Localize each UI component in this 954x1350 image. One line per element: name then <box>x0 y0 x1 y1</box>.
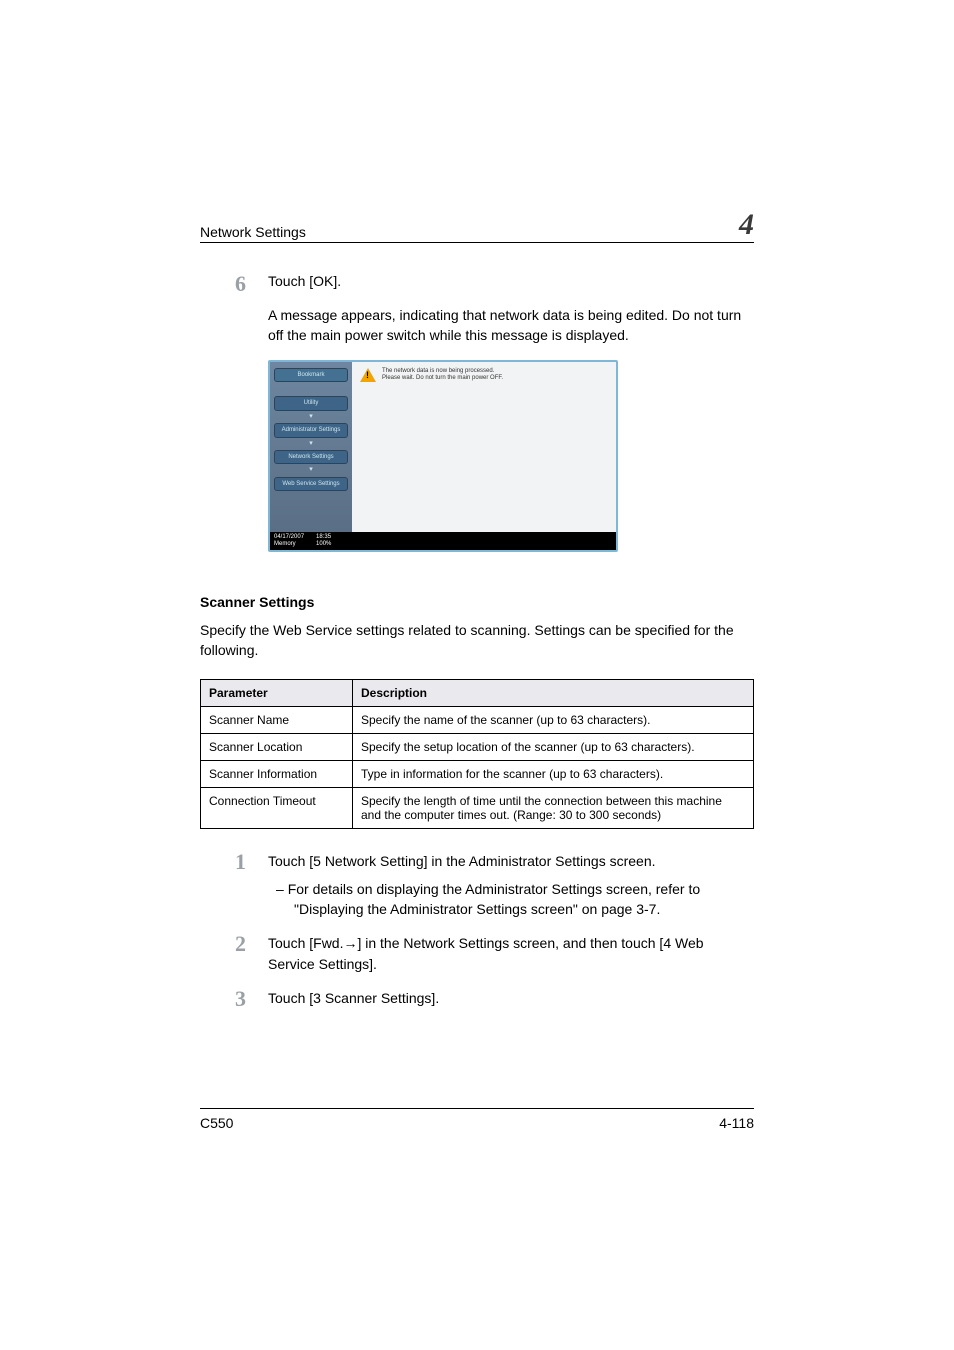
network-settings-button: Network Settings <box>274 450 348 465</box>
warning-icon <box>360 368 376 382</box>
scanner-settings-intro: Specify the Web Service settings related… <box>200 620 754 661</box>
table-header-description: Description <box>353 679 754 706</box>
step-number-3: 3 <box>200 988 268 1010</box>
table-row: Scanner Name Specify the name of the sca… <box>201 706 754 733</box>
parameter-table: Parameter Description Scanner Name Speci… <box>200 679 754 829</box>
step-number-1: 1 <box>200 851 268 920</box>
status-date: 04/17/2007 <box>274 534 304 541</box>
chapter-number: 4 <box>739 210 754 240</box>
bookmark-button: Bookmark <box>274 368 348 383</box>
step-2-text: Touch [Fwd.→] in the Network Settings sc… <box>268 933 754 974</box>
table-row: Scanner Information Type in information … <box>201 760 754 787</box>
step-number-6: 6 <box>200 271 268 297</box>
arrow-down-icon: ▾ <box>274 468 348 472</box>
utility-button: Utility <box>274 396 348 411</box>
step-1-text: Touch [5 Network Setting] in the Adminis… <box>268 851 754 871</box>
status-memory-label: Memory <box>274 541 304 548</box>
table-row: Connection Timeout Specify the length of… <box>201 787 754 828</box>
step-3-text: Touch [3 Scanner Settings]. <box>268 988 439 1010</box>
table-row: Scanner Location Specify the setup locat… <box>201 733 754 760</box>
step-6-instruction: Touch [OK]. <box>268 271 341 291</box>
warning-line-1: The network data is now being processed. <box>382 368 503 375</box>
warning-line-2: Please wait. Do not turn the main power … <box>382 375 503 382</box>
web-service-settings-button: Web Service Settings <box>274 477 348 492</box>
footer-model: C550 <box>200 1115 233 1131</box>
status-time: 18:35 <box>316 534 331 541</box>
arrow-down-icon: ▾ <box>274 415 348 419</box>
device-screenshot: Bookmark Utility ▾ Administrator Setting… <box>268 360 618 552</box>
step-6-note: A message appears, indicating that netwo… <box>268 305 754 346</box>
step-1-subnote: For details on displaying the Administra… <box>268 879 754 920</box>
admin-settings-button: Administrator Settings <box>274 423 348 438</box>
status-memory-value: 100% <box>316 541 331 548</box>
running-header: Network Settings <box>200 224 306 240</box>
scanner-settings-heading: Scanner Settings <box>200 594 754 610</box>
footer-page: 4-118 <box>719 1115 754 1131</box>
arrow-down-icon: ▾ <box>274 442 348 446</box>
step-number-2: 2 <box>200 933 268 974</box>
table-header-parameter: Parameter <box>201 679 353 706</box>
